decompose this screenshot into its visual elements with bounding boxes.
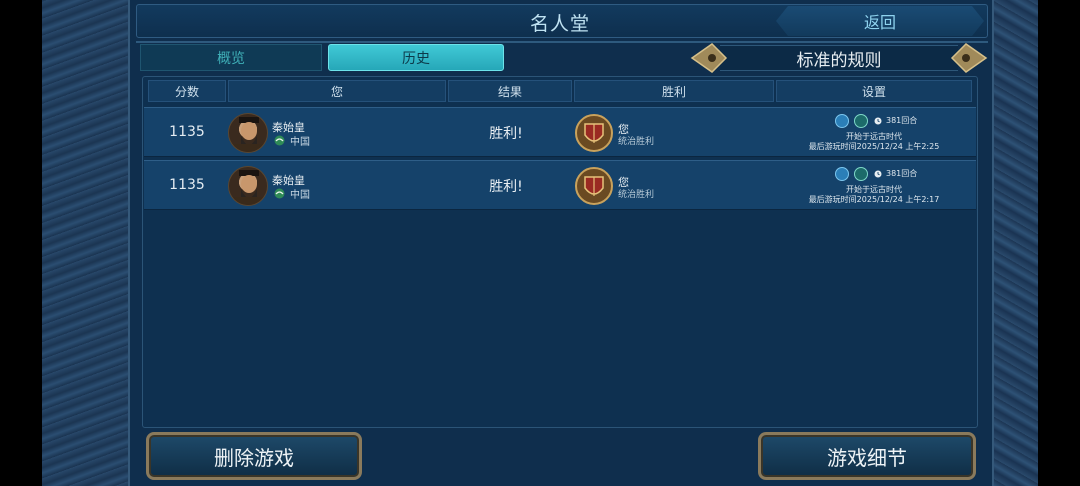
column-header-score[interactable]: 分数	[148, 80, 226, 102]
victory-type: 统治胜利	[618, 137, 655, 147]
tab-history[interactable]: 历史	[328, 44, 504, 71]
ruleset-selector: 标准的规则	[690, 42, 988, 74]
leader-portrait-avatar	[228, 166, 268, 206]
table-row[interactable]: 1135 秦始皇 中国 胜利! 您 统治胜利 381回合 开始于远古时代 最后游…	[144, 107, 976, 157]
game-details-button[interactable]: 游戏细节	[758, 432, 976, 480]
clock-icon	[874, 117, 882, 125]
map-type-icon	[854, 114, 868, 128]
background-art-left	[0, 0, 130, 486]
domination-victory-icon	[575, 114, 613, 152]
page-title: 名人堂	[529, 13, 590, 35]
score-value: 1135	[169, 124, 205, 140]
score-value: 1135	[169, 177, 205, 193]
game-settings: 381回合 开始于远古时代 最后游玩时间2025/12/24 上午2:17	[804, 167, 944, 207]
column-header-player[interactable]: 您	[228, 80, 446, 102]
victory-type: 统治胜利	[618, 190, 655, 200]
delete-game-button[interactable]: 删除游戏	[146, 432, 362, 480]
ruleset-prev-arrow-icon[interactable]	[690, 42, 728, 74]
ruleset-label: 标准的规则	[796, 51, 882, 71]
column-header-result[interactable]: 结果	[448, 80, 572, 102]
result-text: 胜利!	[489, 126, 523, 142]
civilization-icon	[274, 135, 285, 146]
turn-count: 381回合	[886, 116, 918, 125]
column-header-victory[interactable]: 胜利	[574, 80, 774, 102]
civilization-name: 中国	[290, 190, 310, 201]
game-speed-icon	[835, 167, 849, 181]
game-settings: 381回合 开始于远古时代 最后游玩时间2025/12/24 上午2:25	[804, 114, 944, 154]
result-text: 胜利!	[489, 179, 523, 195]
map-type-icon	[854, 167, 868, 181]
last-played-time: 最后游玩时间2025/12/24 上午2:25	[808, 142, 940, 151]
domination-victory-icon	[575, 167, 613, 205]
column-header-settings[interactable]: 设置	[776, 80, 972, 102]
ruleset-next-arrow-icon[interactable]	[950, 42, 988, 74]
back-button[interactable]: 返回	[776, 6, 984, 36]
last-played-time: 最后游玩时间2025/12/24 上午2:17	[808, 195, 940, 204]
civilization-icon	[274, 188, 285, 199]
game-speed-icon	[835, 114, 849, 128]
leader-portrait-avatar	[228, 113, 268, 153]
civilization-name: 中国	[290, 137, 310, 148]
table-row[interactable]: 1135 秦始皇 中国 胜利! 您 统治胜利 381回合 开始于远古时代 最后游…	[144, 160, 976, 210]
clock-icon	[874, 170, 882, 178]
tab-overview[interactable]: 概览	[140, 44, 322, 71]
turn-count: 381回合	[886, 169, 918, 178]
